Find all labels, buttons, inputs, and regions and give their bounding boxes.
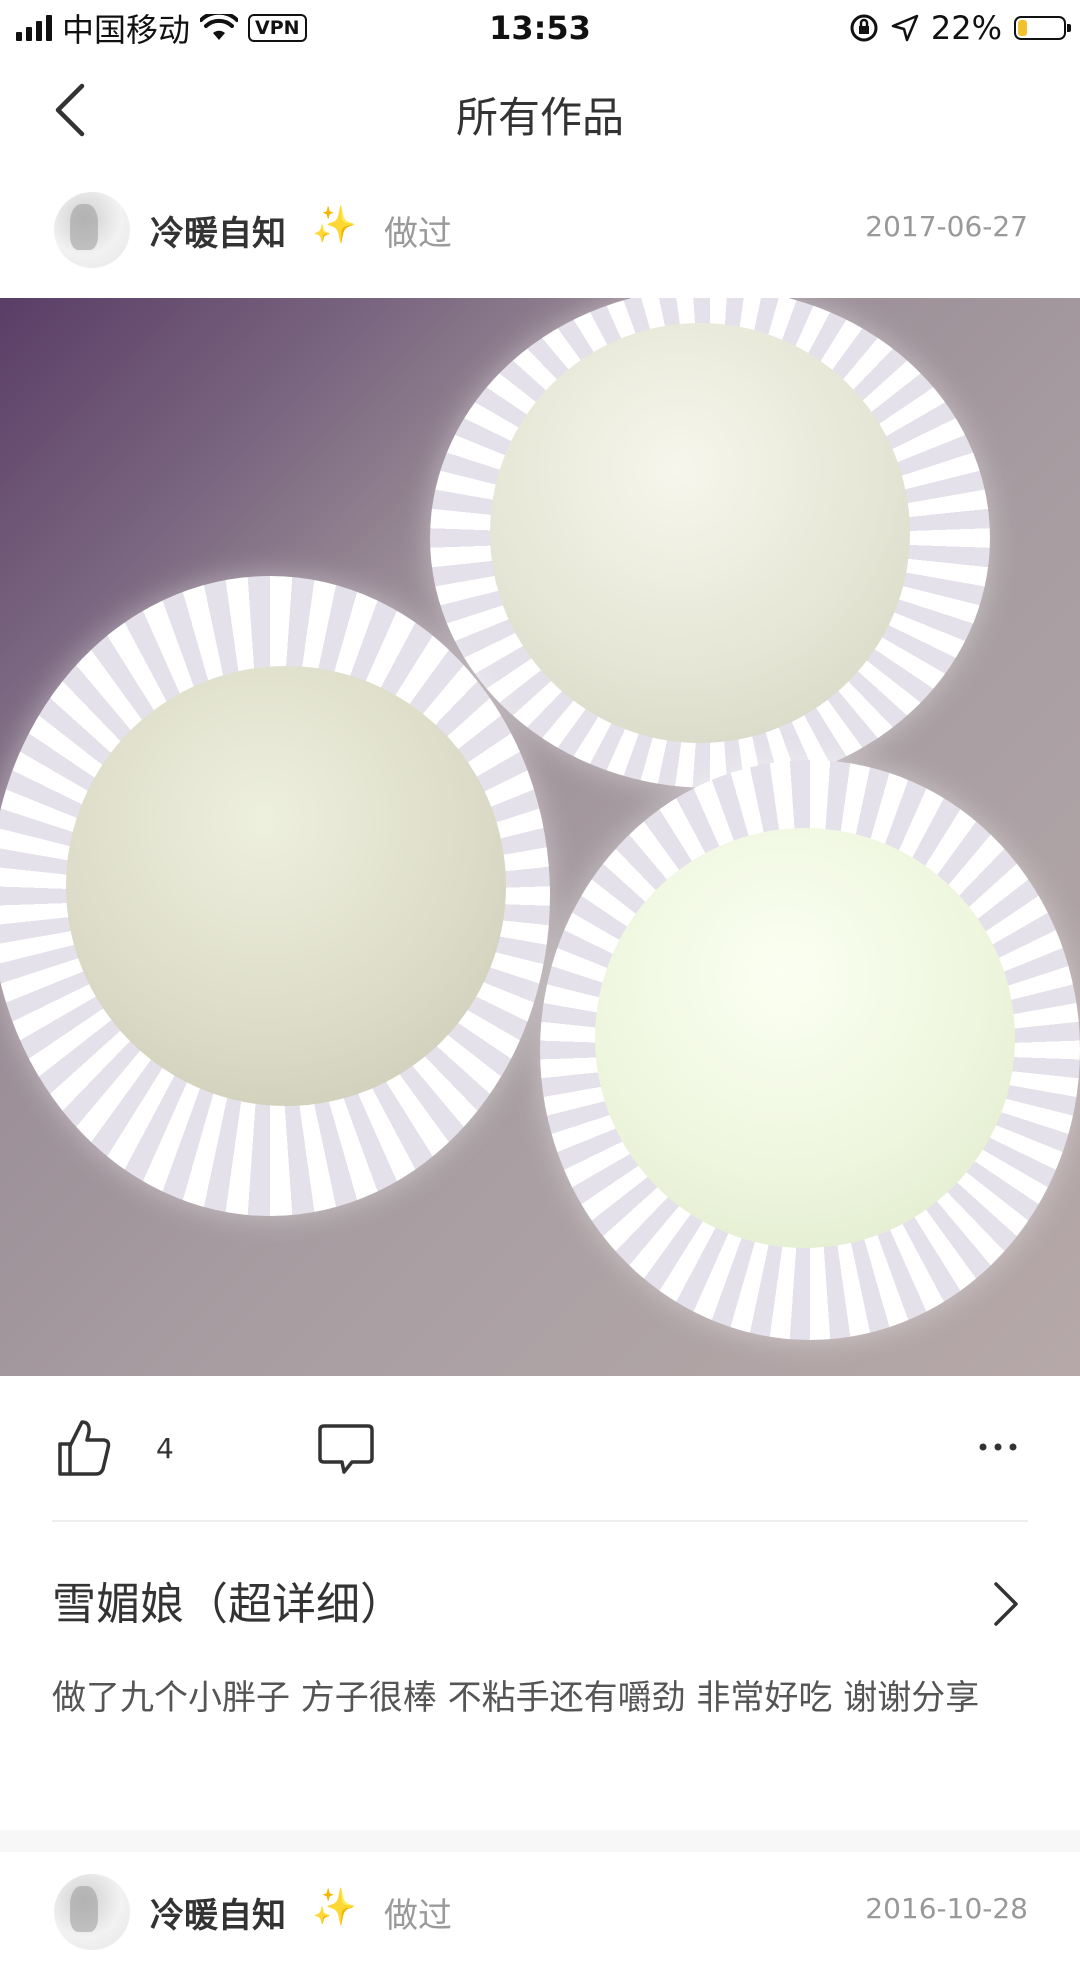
more-icon[interactable] [978, 1440, 1018, 1454]
post-date: 2016-10-28 [865, 1892, 1028, 1925]
action-label: 做过 [384, 1896, 452, 1936]
avatar[interactable] [54, 192, 130, 268]
status-bar: 中国移动 VPN 13:53 22% [0, 0, 1080, 56]
sparkle-emoji: ✨ [312, 205, 357, 246]
section-separator [0, 1830, 1080, 1852]
divider [52, 1520, 1028, 1522]
username[interactable]: 冷暖自知 [150, 1888, 286, 1937]
mochi-ball [595, 828, 1015, 1248]
action-label: 做过 [384, 214, 452, 254]
post-actions: 4 [0, 1376, 1080, 1522]
post-header: 冷暖自知 ✨ 做过 2017-06-27 [0, 170, 1080, 290]
chevron-right-icon[interactable] [990, 1580, 1020, 1628]
recipe-link[interactable]: 雪媚娘（超详细） [0, 1540, 1080, 1660]
status-right: 22% [849, 6, 1071, 50]
username[interactable]: 冷暖自知 [150, 206, 286, 255]
comment-icon[interactable] [318, 1420, 374, 1478]
rotation-lock-icon [850, 14, 878, 42]
battery-level [1018, 20, 1027, 36]
sparkle-emoji: ✨ [312, 1887, 357, 1928]
post-photo[interactable] [0, 298, 1080, 1376]
post-header: 冷暖自知 ✨ 做过 2016-10-28 [0, 1852, 1080, 1972]
nav-bar: 所有作品 [0, 56, 1080, 166]
like-count: 4 [156, 1432, 174, 1465]
battery-icon [1014, 16, 1071, 40]
mochi-ball [490, 323, 910, 743]
mochi-ball [66, 666, 506, 1106]
location-icon [891, 14, 919, 42]
avatar[interactable] [54, 1874, 130, 1950]
battery-percent: 22% [930, 9, 1002, 47]
thumbs-up-icon[interactable] [56, 1418, 112, 1478]
post-comment: 做了九个小胖子 方子很棒 不粘手还有嚼劲 非常好吃 谢谢分享 [52, 1678, 980, 1718]
recipe-title[interactable]: 雪媚娘（超详细） [52, 1568, 404, 1632]
post-date: 2017-06-27 [865, 210, 1028, 243]
page-title: 所有作品 [455, 93, 624, 142]
